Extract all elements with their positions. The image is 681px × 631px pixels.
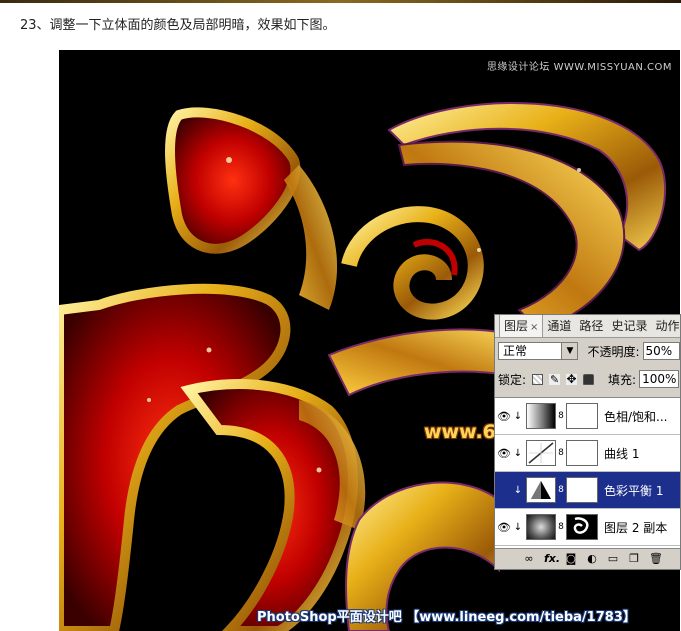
lock-all-icon[interactable]: [583, 373, 595, 385]
stroke-left-main: [59, 283, 291, 631]
opacity-input[interactable]: 50%: [642, 342, 680, 360]
color-balance-thumbnail: [526, 477, 556, 503]
trash-icon[interactable]: 🗑: [649, 553, 663, 565]
blend-mode-select[interactable]: 正常 ▼: [498, 342, 579, 360]
link-icon[interactable]: ∞: [523, 553, 535, 565]
lock-fill-row: 锁定: ✎ ✥ 填充: 100%: [498, 369, 680, 389]
layer-row-layer2-copy[interactable]: 👁 ↓ 8 图层 2 副本: [495, 509, 680, 546]
lock-position-icon[interactable]: ✥: [566, 373, 578, 385]
clip-arrow-icon: ↓: [513, 521, 523, 533]
watermark-top-right: 思缘设计论坛 WWW.MISSYUAN.COM: [486, 62, 672, 73]
clip-arrow-icon: ↓: [513, 447, 523, 459]
tab-history[interactable]: 史记录: [607, 315, 651, 337]
folder-icon[interactable]: ▭: [607, 553, 619, 565]
eye-icon[interactable]: 👁: [495, 447, 513, 460]
mask-icon[interactable]: ◙: [565, 553, 577, 565]
layer-row-color-balance[interactable]: ↓ 8 色彩平衡 1: [495, 472, 680, 509]
chain-icon[interactable]: 8: [556, 522, 566, 532]
blend-opacity-row: 正常 ▼ 不透明度: 50%: [498, 341, 680, 361]
curves-thumbnail: [526, 440, 556, 466]
lock-pixels-icon[interactable]: ✎: [549, 373, 561, 385]
layer-row-hue-saturation[interactable]: 👁 ↓ 8 色相/饱和...: [495, 398, 680, 435]
step-instruction: 23、调整一下立体面的颜色及局部明暗，效果如下图。: [20, 18, 336, 33]
clip-arrow-icon: ↓: [513, 410, 523, 422]
watermark-bottom: PhotoShop平面设计吧 【www.lineeg.com/tieba/178…: [257, 610, 636, 625]
tab-actions[interactable]: 动作: [651, 315, 680, 337]
clip-arrow-icon: ↓: [513, 484, 523, 496]
chain-icon[interactable]: 8: [556, 411, 566, 421]
chevron-down-icon[interactable]: ▼: [561, 343, 578, 359]
opacity-label: 不透明度:: [587, 344, 640, 359]
layers-list: 👁 ↓ 8 色相/饱和... 👁 ↓ 8 曲线 1 ↓ 8 色彩平衡 1 👁 ↓…: [495, 397, 680, 550]
layer-row-curves[interactable]: 👁 ↓ 8 曲线 1: [495, 435, 680, 472]
eye-icon[interactable]: 👁: [495, 410, 513, 423]
fill-label: 填充:: [608, 372, 637, 387]
fill-input[interactable]: 100%: [639, 370, 680, 388]
tab-layers[interactable]: 图层 ×: [499, 315, 544, 337]
lock-transparency-icon[interactable]: [532, 373, 544, 385]
layer-mask-thumbnail[interactable]: [566, 440, 598, 466]
close-icon[interactable]: ×: [530, 322, 538, 333]
chain-icon[interactable]: 8: [556, 448, 566, 458]
eye-icon[interactable]: 👁: [495, 521, 513, 534]
tab-channels[interactable]: 通道: [543, 315, 575, 337]
tab-paths[interactable]: 路径: [575, 315, 607, 337]
top-border-strip: [0, 0, 681, 3]
layer-mask-thumbnail[interactable]: [566, 403, 598, 429]
stroke-drop-top-left: [165, 107, 301, 254]
lock-label: 锁定:: [498, 372, 527, 387]
new-layer-icon[interactable]: ❐: [628, 553, 640, 565]
panel-bottom-toolbar: ∞ fx. ◙ ◐ ▭ ❐ 🗑: [495, 548, 680, 569]
fx-icon[interactable]: fx.: [544, 553, 560, 565]
layer-name[interactable]: 色相/饱和...: [604, 408, 668, 425]
tab-layers-label: 图层: [504, 319, 529, 333]
layer-name[interactable]: 曲线 1: [604, 445, 639, 462]
layer-mask-thumbnail[interactable]: [566, 514, 598, 540]
layer-name[interactable]: 图层 2 副本: [604, 519, 667, 536]
layer-mask-thumbnail[interactable]: [566, 477, 598, 503]
blend-mode-value: 正常: [503, 344, 528, 358]
panel-tabs: 图层 × 通道 路径 史记录 动作: [495, 315, 680, 338]
hue-saturation-thumbnail: [526, 403, 556, 429]
layers-panel: 图层 × 通道 路径 史记录 动作 正常 ▼ 不透明度: 50% 锁定: ✎ ✥ …: [494, 314, 681, 570]
layer-name[interactable]: 色彩平衡 1: [604, 482, 663, 499]
chain-icon[interactable]: 8: [556, 485, 566, 495]
layer-image-thumbnail: [526, 514, 556, 540]
adjustment-icon[interactable]: ◐: [586, 553, 598, 565]
